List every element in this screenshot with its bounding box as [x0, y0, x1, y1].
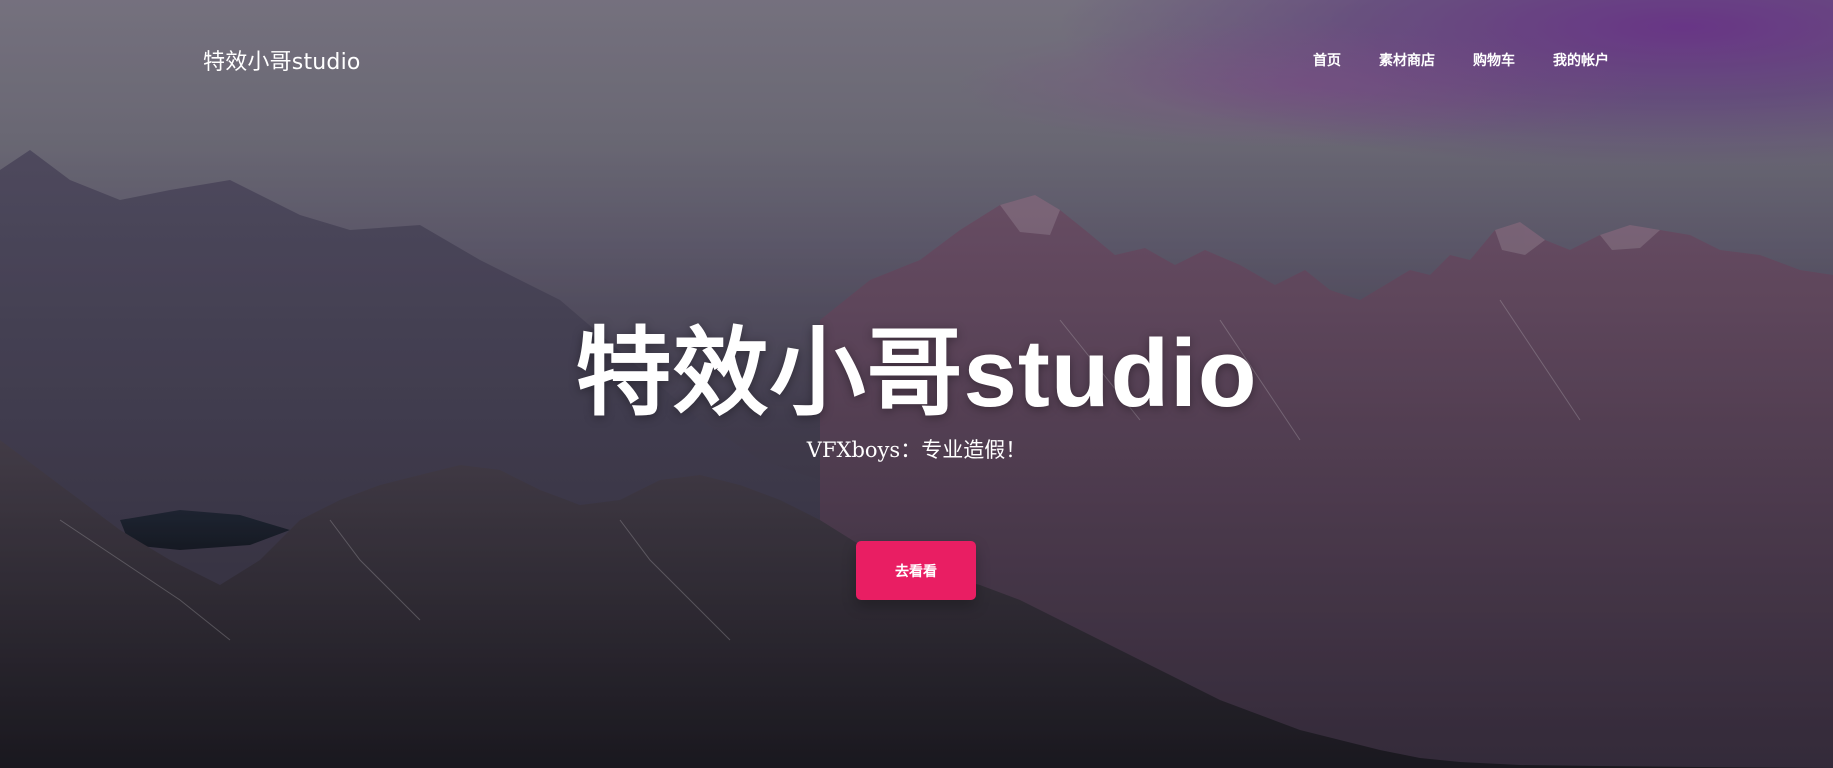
hero-title: 特效小哥studio: [575, 320, 1258, 427]
hero-section: 特效小哥studio 首页 素材商店 购物车 我的帐户 特效小哥studio V…: [0, 0, 1833, 768]
hero-subtitle: VFXboys：专业造假！: [806, 438, 1027, 462]
hero-content: 特效小哥studio VFXboys：专业造假！ 去看看: [0, 0, 1833, 768]
cta-button[interactable]: 去看看: [856, 541, 976, 600]
